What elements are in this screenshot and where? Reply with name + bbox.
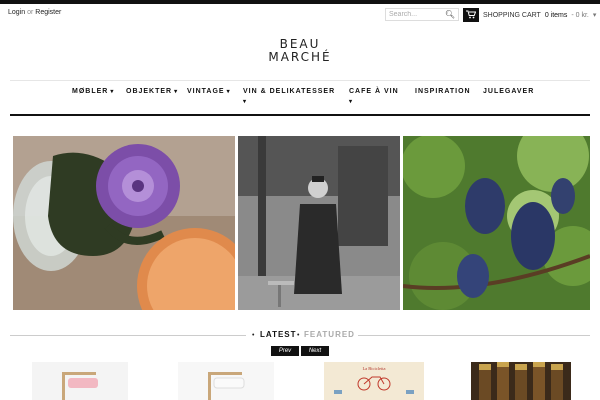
or-text: or bbox=[27, 9, 34, 16]
chevron-down-icon: ▾ bbox=[110, 89, 115, 95]
nav-item-label: CAFE À VIN bbox=[349, 88, 399, 95]
tab-rule-left bbox=[10, 335, 246, 336]
nav-item-mobler[interactable]: MØBLER ▾ bbox=[72, 88, 114, 95]
chevron-down-icon: ▾ bbox=[243, 99, 248, 105]
cart-summary[interactable]: SHOPPING CART 0 items - 0 kr. ▾ bbox=[483, 11, 596, 19]
site-logo[interactable]: BEAU MARCHÉ bbox=[0, 38, 600, 64]
bullet: • bbox=[252, 332, 255, 339]
product-lamp-white[interactable] bbox=[178, 362, 274, 400]
main-nav: MØBLER ▾ OBJEKTER ▾ VINTAGE ▾ VIN & DELIKAT… bbox=[0, 88, 600, 105]
prev-button[interactable]: Prev bbox=[271, 346, 299, 356]
nav-item-julegaver[interactable]: JULEGAVER bbox=[483, 88, 534, 95]
account-links: Login or Register bbox=[8, 9, 61, 16]
logo-line-2: MARCHÉ bbox=[268, 50, 332, 64]
chevron-down-icon: ▾ bbox=[592, 12, 597, 19]
nav-item-label: OBJEKTER bbox=[126, 88, 173, 95]
chevron-down-icon: ▾ bbox=[349, 99, 354, 105]
banner-image-grapes[interactable] bbox=[403, 136, 590, 310]
utility-bar: Login or Register 🔍︎ SHOPPING CART0 item… bbox=[0, 4, 600, 22]
search-input[interactable] bbox=[386, 9, 445, 20]
login-link[interactable]: Login bbox=[8, 9, 25, 16]
product-lamp-pink[interactable] bbox=[32, 362, 128, 400]
tab-rule-right bbox=[358, 335, 590, 336]
nav-item-label: INSPIRATION bbox=[415, 88, 471, 95]
next-button[interactable]: Next bbox=[301, 346, 329, 356]
product-poster-bicycle[interactable]: La Bicicletta bbox=[324, 362, 424, 400]
banner-image-flower[interactable] bbox=[13, 136, 235, 310]
register-link[interactable]: Register bbox=[35, 9, 61, 16]
cart-items: 0 items bbox=[544, 12, 568, 19]
search-box: 🔍︎ bbox=[385, 8, 459, 21]
nav-item-label: JULEGAVER bbox=[483, 88, 535, 95]
chevron-down-icon: ▾ bbox=[174, 89, 179, 95]
cart-label: SHOPPING CART bbox=[483, 12, 541, 19]
tab-featured[interactable]: FEATURED bbox=[304, 330, 355, 339]
poster-title: La Bicicletta bbox=[362, 366, 385, 371]
nav-item-cafe-a-vin[interactable]: CAFE À VIN ▾ bbox=[349, 88, 399, 105]
nav-item-objekter[interactable]: OBJEKTER ▾ bbox=[126, 88, 178, 95]
search-icon[interactable]: 🔍︎ bbox=[445, 10, 455, 19]
nav-item-vintage[interactable]: VINTAGE ▾ bbox=[187, 88, 231, 95]
nav-item-inspiration[interactable]: INSPIRATION bbox=[415, 88, 471, 95]
banner-image-workshop[interactable] bbox=[238, 136, 400, 310]
bullet: • bbox=[297, 332, 300, 339]
tab-latest[interactable]: LATEST bbox=[260, 330, 297, 339]
nav-divider bbox=[10, 114, 590, 116]
chevron-down-icon: ▾ bbox=[226, 89, 231, 95]
product-wine-bottles[interactable] bbox=[471, 362, 571, 400]
nav-item-label: VIN & DELIKATESSER bbox=[243, 88, 336, 95]
nav-item-label: MØBLER bbox=[72, 88, 109, 95]
nav-item-vin-delikatesser[interactable]: VIN & DELIKATESSER ▾ bbox=[243, 88, 336, 105]
cart-total: - 0 kr. bbox=[571, 12, 589, 19]
header-divider bbox=[10, 80, 590, 81]
product-tabs: • LATEST • FEATURED bbox=[10, 330, 590, 342]
nav-item-label: VINTAGE bbox=[187, 88, 225, 95]
cart-icon[interactable] bbox=[463, 8, 479, 22]
